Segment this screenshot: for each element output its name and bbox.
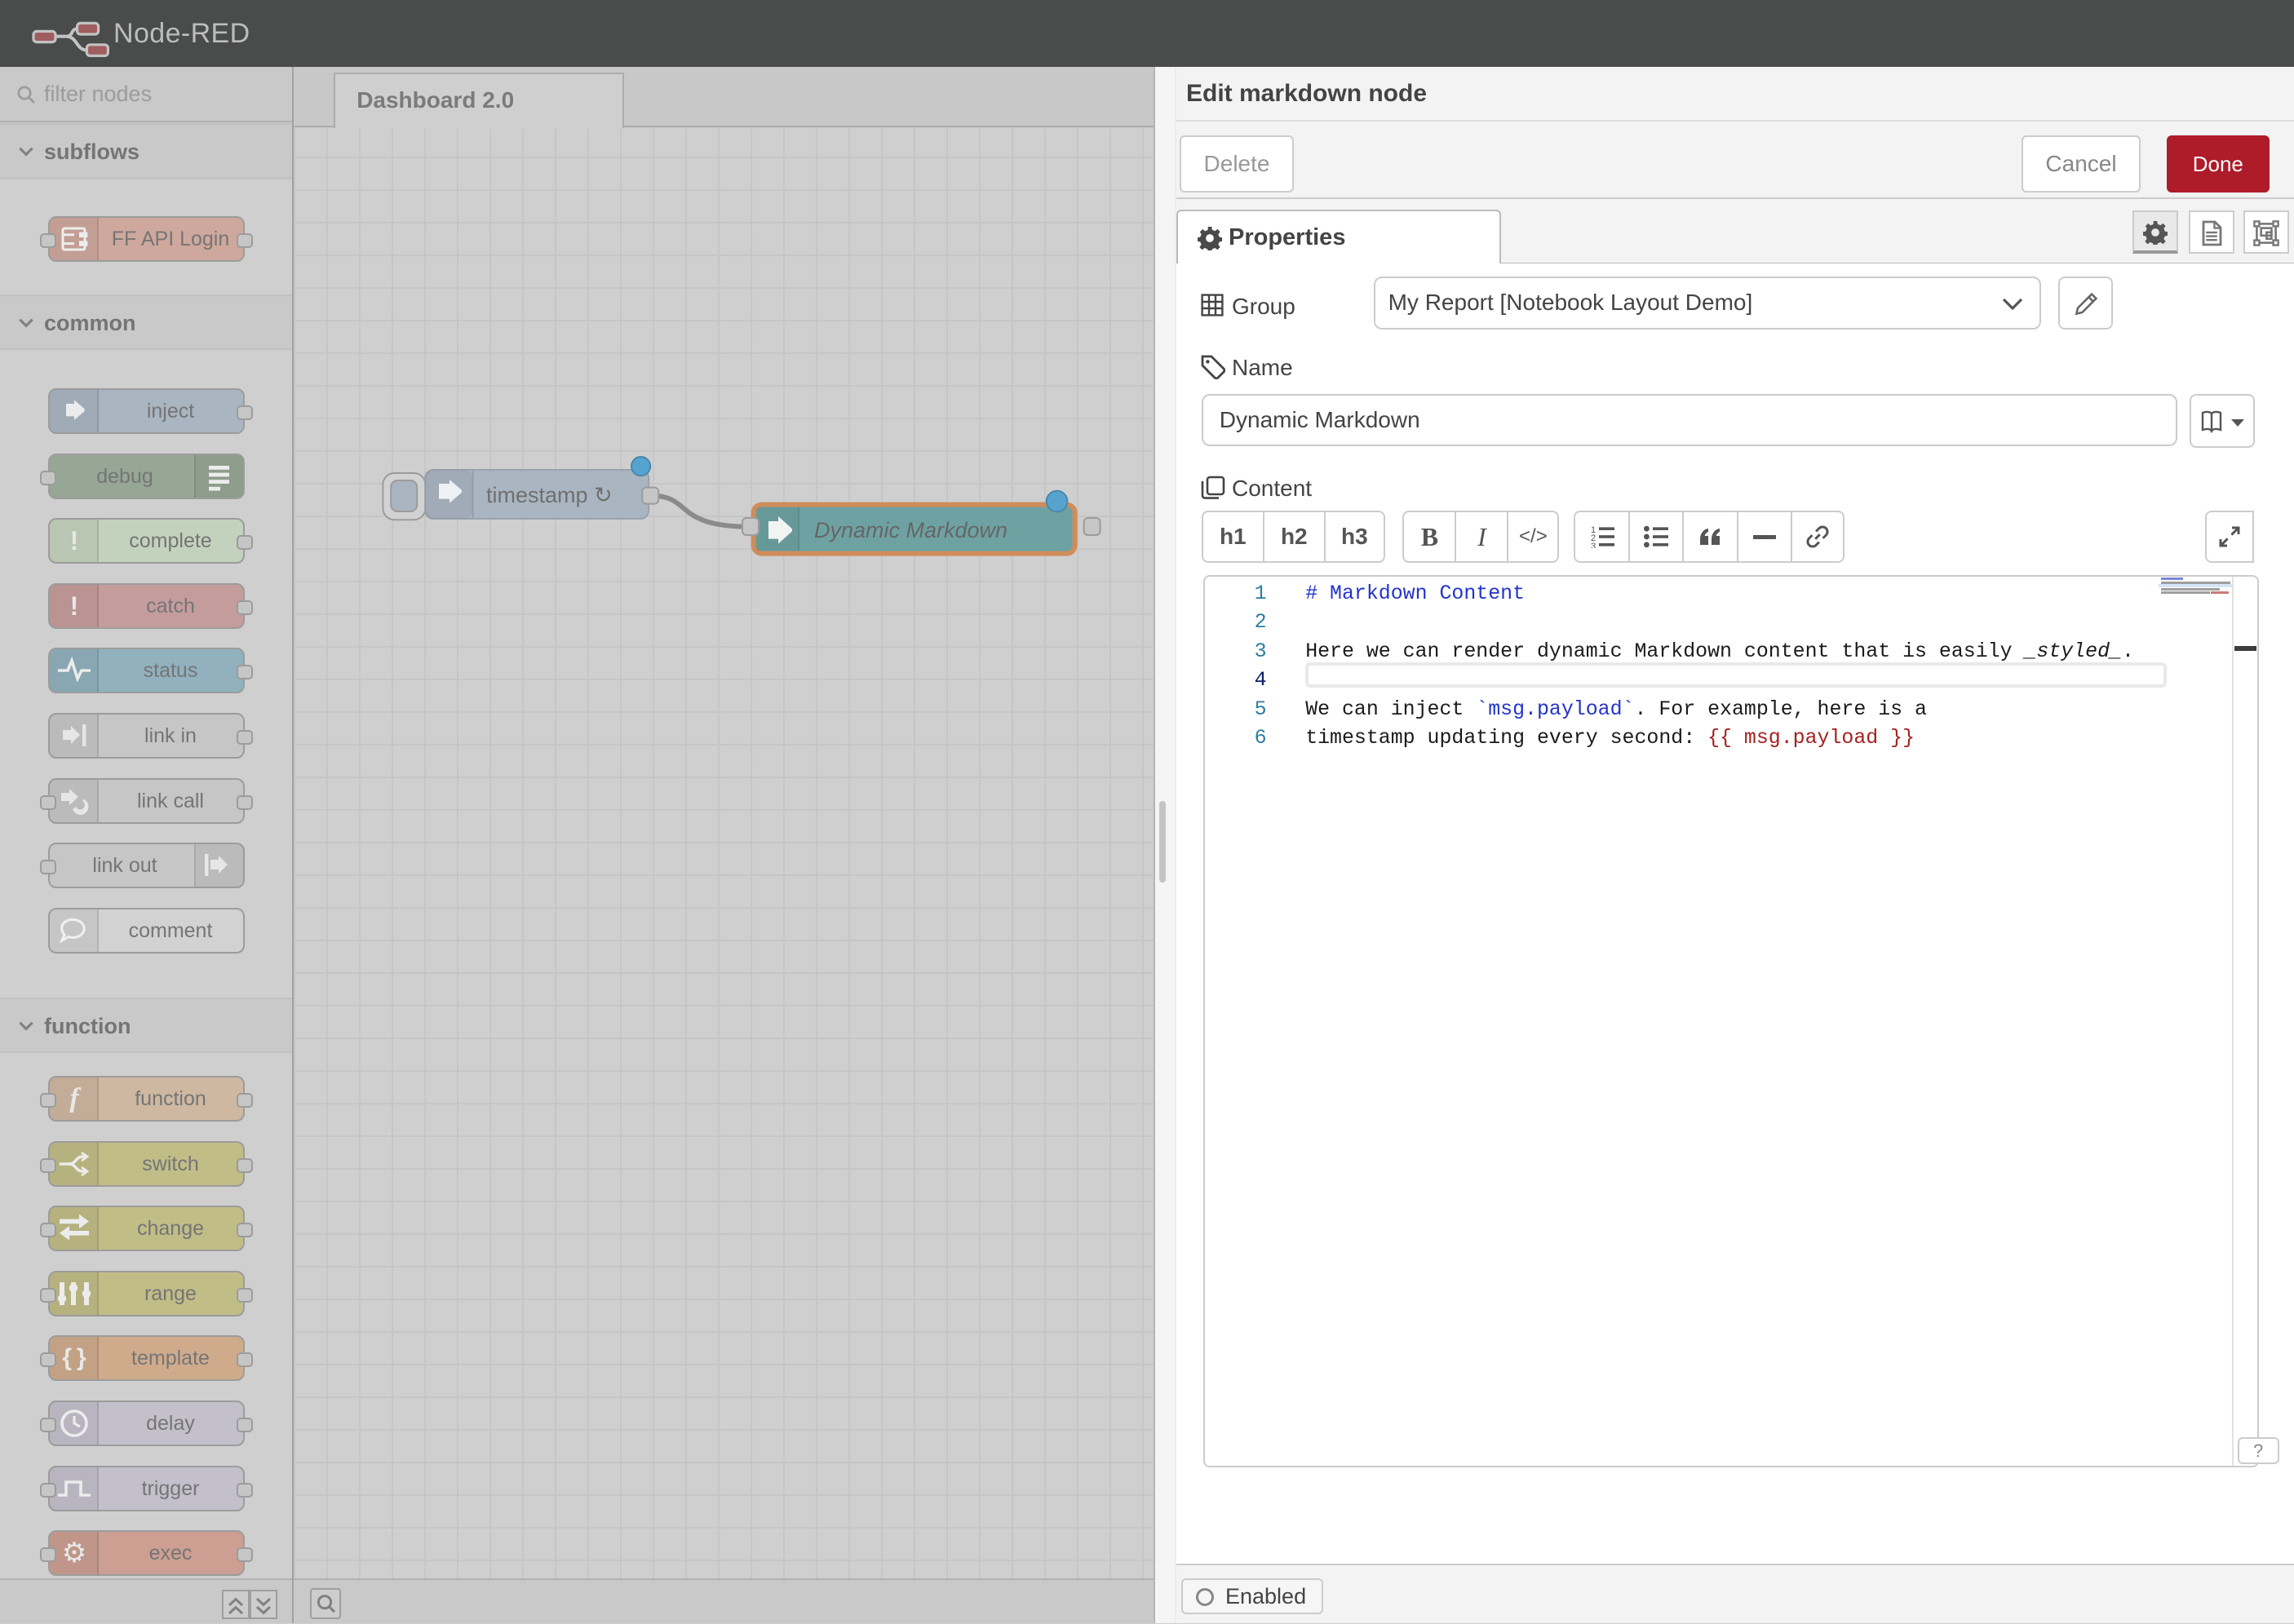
svg-text:3: 3 xyxy=(1591,542,1596,548)
